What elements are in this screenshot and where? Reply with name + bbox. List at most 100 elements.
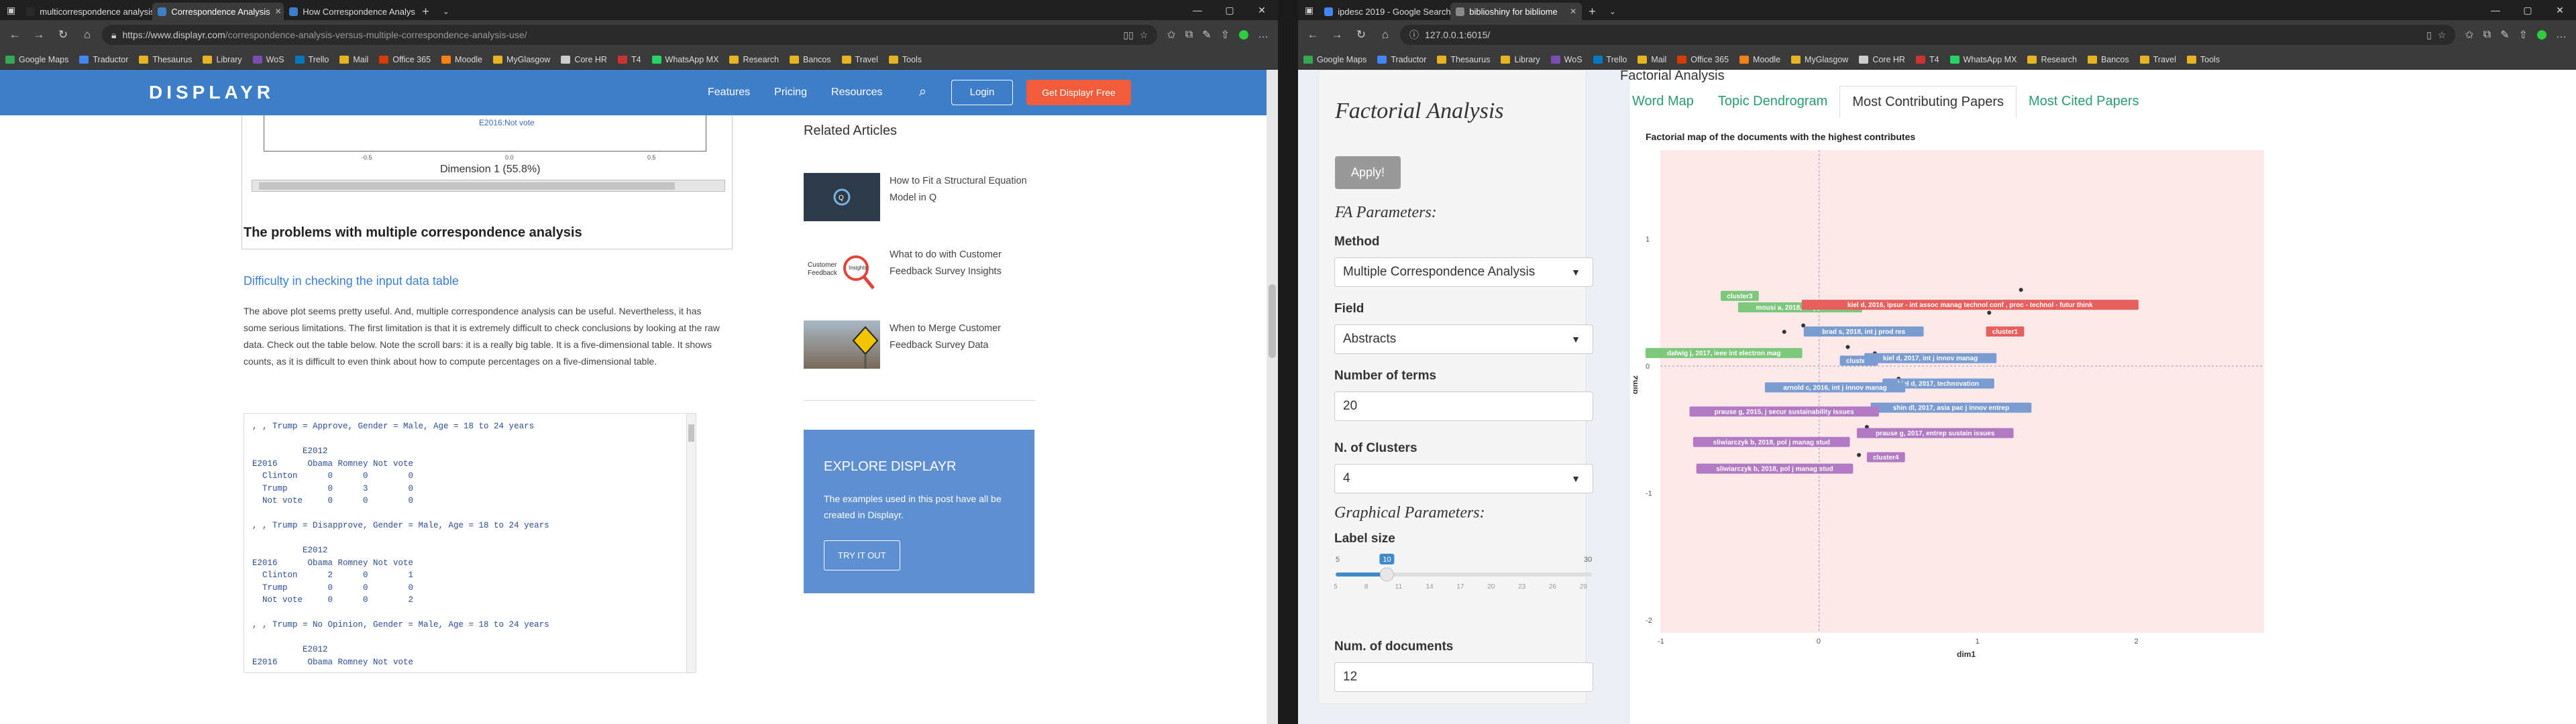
slider-handle[interactable] — [1379, 567, 1394, 582]
bookmark-item[interactable]: Core HR — [561, 55, 607, 64]
clusters-select[interactable]: 4 ▼ — [1334, 464, 1593, 493]
tab-close-icon[interactable]: ✕ — [1570, 7, 1576, 16]
address-bar[interactable]: ⓘ 127.0.0.1:6015/ ▯ ☆ — [1400, 25, 2456, 45]
field-select[interactable]: Abstracts ▼ — [1334, 324, 1593, 354]
minimize-button[interactable]: — — [2479, 0, 2512, 20]
refresh-icon[interactable]: ↻ — [54, 28, 72, 42]
tab-most-contributing-papers[interactable]: Most Contributing Papers — [1839, 86, 2017, 119]
bookmark-item[interactable]: Core HR — [1859, 55, 1905, 64]
get-displayr-button[interactable]: Get Displayr Free — [1026, 80, 1131, 105]
bookmark-item[interactable]: Mail — [339, 55, 368, 64]
nav-resources[interactable]: Resources — [831, 70, 882, 115]
bookmark-item[interactable]: Trello — [1593, 55, 1627, 64]
new-tab-button[interactable]: + — [1582, 3, 1603, 20]
bookmark-item[interactable]: MyGlasgow — [1791, 55, 1848, 64]
figure-horizontal-scrollbar[interactable] — [252, 180, 725, 192]
related-article-2[interactable]: Customer Feedback Insights What to do wi… — [804, 247, 1044, 295]
bookmark-item[interactable]: T4 — [1915, 55, 1939, 64]
browser-tab[interactable]: How Correspondence Analysis✕ — [284, 3, 415, 20]
address-bar[interactable]: 🔒︎ https://www.displayr.com/corresponden… — [102, 25, 1158, 45]
table-output-box[interactable]: , , Trump = Approve, Gender = Male, Age … — [244, 413, 696, 673]
more-menu-icon[interactable]: … — [1258, 29, 1269, 41]
forward-icon[interactable]: → — [30, 28, 48, 42]
tab-word-map[interactable]: Word Map — [1620, 86, 1706, 119]
bookmark-item[interactable]: Traductor — [1377, 55, 1426, 64]
bookmark-item[interactable]: MyGlasgow — [493, 55, 550, 64]
bookmark-item[interactable]: WoS — [1550, 55, 1582, 64]
more-menu-icon[interactable]: … — [2556, 29, 2567, 41]
try-it-out-button[interactable]: TRY IT OUT — [824, 540, 900, 570]
bookmark-item[interactable]: Moodle — [441, 55, 482, 64]
bookmark-item[interactable]: Travel — [2139, 55, 2176, 64]
bookmark-item[interactable]: Library — [203, 55, 242, 64]
favorite-star-icon[interactable]: ☆ — [2438, 29, 2447, 41]
browser-tab[interactable]: biblioshiny for bibliome ✕ — [1450, 3, 1582, 20]
related-article-1[interactable]: Q How to Fit a Structural Equation Model… — [804, 173, 1044, 221]
bookmark-item[interactable]: Google Maps — [5, 55, 68, 64]
nav-pricing[interactable]: Pricing — [774, 70, 807, 115]
favorites-icon[interactable]: ✩ — [2465, 28, 2473, 42]
minimize-button[interactable]: — — [1181, 0, 1214, 20]
terms-input[interactable]: 20 — [1334, 391, 1593, 421]
reader-view-icon[interactable]: ▯▯ — [1123, 29, 1133, 41]
bookmark-item[interactable]: Office 365 — [379, 55, 431, 64]
browser-tab[interactable]: Correspondence Analysis ✕ — [152, 3, 284, 20]
share-icon[interactable]: ⇧ — [1221, 28, 1230, 42]
nav-features[interactable]: Features — [708, 70, 750, 115]
search-icon[interactable]: ⌕ — [919, 84, 926, 100]
bookmark-item[interactable]: WhatsApp MX — [1949, 55, 2017, 64]
related-article-title[interactable]: How to Fit a Structural Equation Model i… — [890, 173, 1044, 206]
bookmark-item[interactable]: WhatsApp MX — [651, 55, 718, 64]
forward-icon[interactable]: → — [1328, 28, 1346, 42]
share-icon[interactable]: ⇧ — [2519, 28, 2528, 42]
bookmark-item[interactable]: Library — [1501, 55, 1540, 64]
method-select[interactable]: Multiple Correspondence Analysis ▼ — [1334, 257, 1593, 287]
profile-avatar-icon[interactable] — [2537, 30, 2546, 40]
bookmark-item[interactable]: Research — [729, 55, 779, 64]
browser-tab[interactable]: ipdesc 2019 - Google Search✕ — [1319, 3, 1450, 20]
bookmark-item[interactable]: Moodle — [1739, 55, 1780, 64]
pen-icon[interactable]: ✎ — [1202, 28, 1211, 42]
refresh-icon[interactable]: ↻ — [1352, 28, 1371, 42]
browser-menu-icon[interactable]: ▣ — [4, 5, 21, 20]
tab-topic-dendrogram[interactable]: Topic Dendrogram — [1706, 86, 1839, 119]
close-window-button[interactable]: ✕ — [1246, 0, 1278, 20]
favorites-icon[interactable]: ✩ — [1167, 28, 1175, 42]
favorite-star-icon[interactable]: ☆ — [1140, 29, 1148, 41]
page-vertical-scrollbar[interactable] — [1267, 70, 1278, 724]
browser-menu-icon[interactable]: ▣ — [1302, 5, 1319, 20]
bookmark-item[interactable]: Travel — [841, 55, 878, 64]
bookmark-item[interactable]: WoS — [252, 55, 284, 64]
related-article-title[interactable]: What to do with Customer Feedback Survey… — [890, 247, 1044, 280]
bookmark-item[interactable]: Office 365 — [1677, 55, 1729, 64]
related-article-title[interactable]: When to Merge Customer Feedback Survey D… — [890, 320, 1044, 354]
collections-icon[interactable]: ⧉ — [1185, 29, 1193, 41]
bookmark-item[interactable]: Tools — [2186, 55, 2220, 64]
bookmark-item[interactable]: Thesaurus — [139, 55, 192, 64]
bookmark-item[interactable]: Research — [2027, 55, 2077, 64]
bookmark-item[interactable]: Mail — [1638, 55, 1666, 64]
code-vertical-scrollbar[interactable] — [686, 414, 696, 672]
tab-list-chevron-icon[interactable]: ⌄ — [1603, 3, 1623, 20]
collections-icon[interactable]: ⧉ — [2483, 29, 2491, 41]
home-icon[interactable]: ⌂ — [1376, 28, 1395, 42]
num-docs-input[interactable]: 12 — [1334, 662, 1593, 692]
related-article-3[interactable]: When to Merge Customer Feedback Survey D… — [804, 320, 1044, 369]
back-icon[interactable]: ← — [5, 28, 24, 42]
label-size-slider[interactable]: 5 30 10 5 8 11 14 17 20 23 26 29 — [1334, 552, 1593, 590]
close-window-button[interactable]: ✕ — [2544, 0, 2576, 20]
bookmark-item[interactable]: Bancos — [2087, 55, 2129, 64]
back-icon[interactable]: ← — [1303, 28, 1322, 42]
reader-view-icon[interactable]: ▯ — [2426, 29, 2432, 41]
bookmark-item[interactable]: Tools — [888, 55, 922, 64]
bookmark-item[interactable]: Thesaurus — [1437, 55, 1490, 64]
bookmark-item[interactable]: T4 — [617, 55, 641, 64]
apply-button[interactable]: Apply! — [1335, 156, 1401, 189]
maximize-button[interactable]: ▢ — [1214, 0, 1246, 20]
displayr-logo[interactable]: DISPLAYR — [149, 70, 274, 115]
browser-tab[interactable]: multicorrespondence analysis✕ — [21, 3, 152, 20]
login-button[interactable]: Login — [951, 80, 1013, 105]
new-tab-button[interactable]: + — [415, 3, 436, 20]
tab-most-cited-papers[interactable]: Most Cited Papers — [2017, 86, 2151, 119]
home-icon[interactable]: ⌂ — [78, 28, 97, 42]
